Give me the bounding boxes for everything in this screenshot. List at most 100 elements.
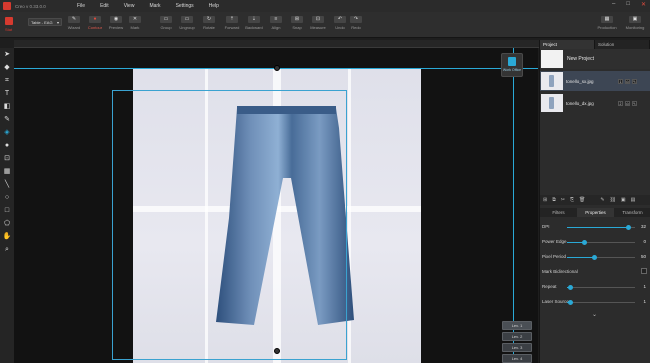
- forward-button[interactable]: ⇡ Forward: [221, 16, 243, 36]
- production-button[interactable]: ▦ Production: [596, 16, 618, 36]
- hand-icon[interactable]: ✋: [2, 232, 12, 242]
- property-label: DPI: [542, 224, 550, 229]
- menu-settings[interactable]: Settings: [176, 3, 194, 9]
- property-value: 32: [640, 224, 646, 229]
- menu-mark[interactable]: Mark: [149, 3, 160, 9]
- left-tool-strip: ➤ ◆ ⌗ T ◧ ✎ ◈ ● ⊡ ▦ ╲ ○ □ ⬠ ✋ ⌕: [0, 48, 14, 363]
- slider-knob[interactable]: [591, 255, 597, 260]
- maximize-icon[interactable]: □: [626, 1, 630, 8]
- guide-vertical[interactable]: [513, 48, 514, 363]
- pencil-icon[interactable]: ✎: [600, 197, 604, 203]
- wizard-label: Wizard: [67, 25, 81, 30]
- chevron-down-icon[interactable]: ⌄: [592, 311, 597, 318]
- file-row[interactable]: tonello_sx.jpg 1 ⊙ ✎: [540, 71, 650, 91]
- align-button[interactable]: ≡ Align: [265, 16, 287, 36]
- crop-icon[interactable]: ⌗: [2, 76, 12, 86]
- backward-button[interactable]: ⇣ Backward: [243, 16, 265, 36]
- property-value: 50: [640, 254, 646, 259]
- mark-bidirectional-checkbox[interactable]: [641, 268, 647, 274]
- pointer-icon[interactable]: ➤: [2, 50, 12, 60]
- polygon-icon[interactable]: ⬠: [2, 219, 12, 229]
- edit-icon[interactable]: ✎: [632, 100, 637, 106]
- cut-icon[interactable]: ✂: [561, 197, 565, 203]
- property-slider[interactable]: [567, 300, 635, 305]
- menu-file[interactable]: File: [77, 3, 85, 9]
- property-slider[interactable]: [567, 255, 635, 260]
- tab-properties[interactable]: Properties: [577, 208, 614, 217]
- ungroup-button[interactable]: ▭ Ungroup: [176, 16, 198, 36]
- zoom-icon[interactable]: ⌕: [2, 245, 12, 255]
- tab-solution[interactable]: Solution: [595, 40, 650, 49]
- contour-icon: ●: [89, 16, 101, 23]
- node-edit-icon[interactable]: ◆: [2, 63, 12, 73]
- contour-button[interactable]: ● Contour: [84, 16, 106, 36]
- link-icon[interactable]: ⛓: [610, 197, 616, 203]
- align-icon: ≡: [270, 16, 282, 23]
- redo-icon: ↷: [350, 16, 362, 23]
- level-1-button[interactable]: Lev. 1: [502, 321, 532, 330]
- export-icon[interactable]: ▤: [631, 197, 636, 203]
- fill-icon[interactable]: ◈: [2, 128, 12, 138]
- tab-transform[interactable]: Transform: [614, 208, 650, 217]
- rectangle-icon[interactable]: □: [2, 206, 12, 216]
- slider-knob[interactable]: [581, 240, 587, 245]
- text-icon[interactable]: T: [2, 89, 12, 99]
- slider-knob[interactable]: [567, 285, 573, 290]
- file-index[interactable]: 1: [618, 78, 623, 84]
- bottom-handle[interactable]: [274, 348, 280, 354]
- property-slider[interactable]: [567, 285, 635, 290]
- edit-icon[interactable]: ✎: [632, 78, 637, 84]
- level-2-button[interactable]: Lev. 2: [502, 332, 532, 341]
- tab-filters[interactable]: Filters: [540, 208, 577, 217]
- ellipse-icon[interactable]: ○: [2, 193, 12, 203]
- drop-icon[interactable]: ●: [2, 141, 12, 151]
- table-select[interactable]: Table - EAG ▾: [28, 18, 62, 26]
- tab-project[interactable]: Project: [540, 40, 595, 49]
- project-row[interactable]: New Project: [540, 49, 650, 69]
- property-value: 1: [643, 284, 646, 289]
- slider-fill: [567, 257, 595, 258]
- file-index[interactable]: 2: [618, 100, 623, 106]
- add-icon[interactable]: ⊞: [543, 197, 547, 203]
- save-icon[interactable]: ▣: [621, 197, 626, 203]
- selection-rectangle[interactable]: [112, 90, 347, 360]
- slider-knob[interactable]: [567, 300, 573, 305]
- visibility-icon[interactable]: ⊙: [625, 100, 630, 106]
- group-button[interactable]: ▭ Group: [155, 16, 177, 36]
- level-4-button[interactable]: Lev. 4: [502, 354, 532, 363]
- menu-view[interactable]: View: [124, 3, 135, 9]
- minimize-icon[interactable]: –: [612, 1, 615, 8]
- menu-help[interactable]: Help: [209, 3, 219, 9]
- shape-icon[interactable]: ◧: [2, 102, 12, 112]
- wizard-button[interactable]: ✎ Wizard: [63, 16, 85, 36]
- frame-icon[interactable]: ⊡: [2, 154, 12, 164]
- redo-button[interactable]: ↷ Redo: [345, 16, 367, 36]
- property-slider[interactable]: [567, 225, 635, 230]
- visibility-icon[interactable]: ⊙: [625, 78, 630, 84]
- slider-fill: [567, 227, 629, 228]
- rotate-icon: ↻: [203, 16, 215, 23]
- mark-button[interactable]: ✕ Mark: [124, 16, 146, 36]
- menu-edit[interactable]: Edit: [100, 3, 109, 9]
- level-3-button[interactable]: Lev. 3: [502, 343, 532, 352]
- slider-knob[interactable]: [625, 225, 631, 230]
- property-slider[interactable]: [567, 240, 635, 245]
- grid-icon[interactable]: ▦: [2, 167, 12, 177]
- work-office-button[interactable]: Work Office: [501, 53, 523, 77]
- close-icon[interactable]: ✕: [641, 1, 646, 8]
- measure-button[interactable]: ⊡ Measure: [307, 16, 329, 36]
- backward-label: Backward: [245, 25, 263, 30]
- monitoring-button[interactable]: ▣ Monitoring: [624, 16, 646, 36]
- stat-button[interactable]: Stat: [3, 15, 28, 35]
- file-row[interactable]: tonello_dx.jpg 2 ⊙ ✎: [540, 93, 650, 113]
- rotate-button[interactable]: ↻ Rotate: [198, 16, 220, 36]
- copy-icon[interactable]: ⧉: [552, 197, 556, 203]
- line-icon[interactable]: ╲: [2, 180, 12, 190]
- snap-button[interactable]: ⊞ Snap: [286, 16, 308, 36]
- delete-icon[interactable]: 🗑: [579, 197, 585, 203]
- canvas[interactable]: Work Office Lev. 1 Lev. 2 Lev. 3 Lev. 4: [14, 48, 538, 363]
- top-handle[interactable]: [274, 65, 280, 71]
- file-thumbnail: [541, 94, 563, 112]
- pen-icon[interactable]: ✎: [2, 115, 12, 125]
- paste-icon[interactable]: ⎘: [570, 197, 574, 203]
